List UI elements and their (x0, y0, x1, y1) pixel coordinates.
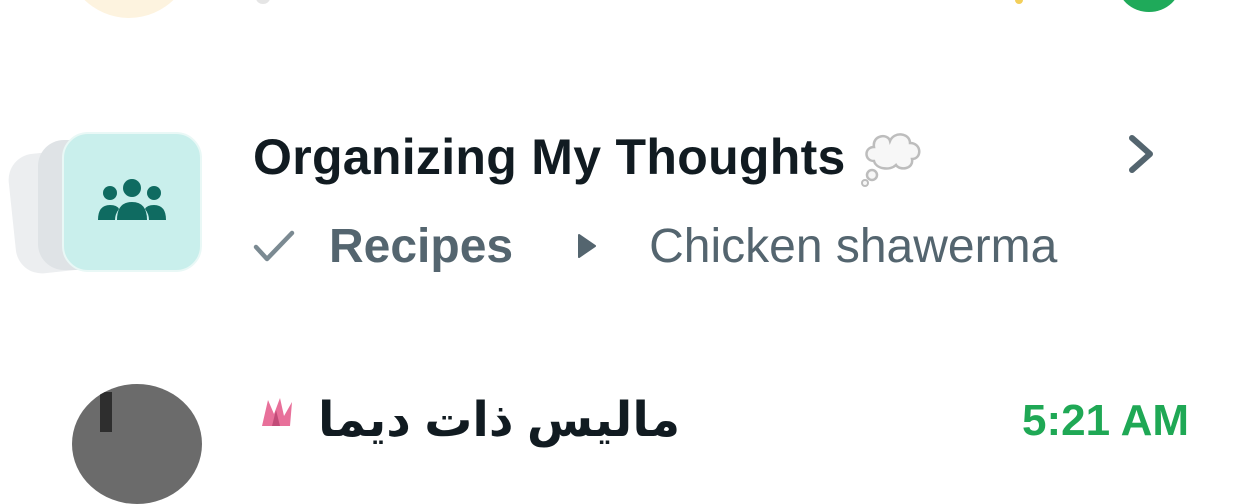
community-title: Organizing My Thoughts (253, 129, 846, 185)
unread-badge (1117, 0, 1181, 12)
top-chat-emoji-fragment (1015, 0, 1023, 4)
top-chat-preview-fragment (256, 0, 270, 4)
top-chat-avatar (63, 0, 195, 18)
community-people-icon (97, 178, 167, 227)
check-icon (253, 228, 295, 264)
group-name: Recipes (329, 219, 514, 273)
chevron-right-icon[interactable] (1122, 132, 1162, 176)
community-avatar[interactable] (62, 132, 202, 272)
community-last-message: Recipes Chicken shawerma (253, 214, 1057, 278)
last-message-text: Chicken shawerma (649, 219, 1058, 273)
bottom-chat-time: 5:21 AM (1022, 396, 1190, 445)
bottom-chat-avatar (72, 384, 202, 504)
thought-bubble-icon (860, 127, 924, 187)
flower-icon (254, 396, 300, 426)
play-icon (577, 233, 597, 259)
community-title-line: Organizing My Thoughts (253, 122, 924, 192)
bottom-chat-title: ماليس ذات ديما (318, 394, 681, 447)
